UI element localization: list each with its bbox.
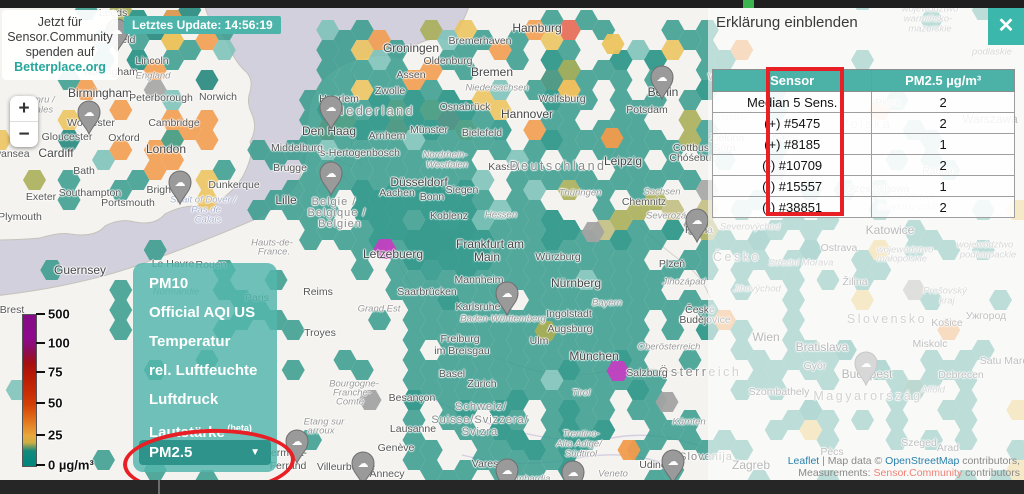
- selected-layer-label: PM2.5: [139, 444, 192, 461]
- cloud-icon: ☁: [175, 177, 186, 189]
- cloud-icon: ☁: [568, 467, 579, 479]
- taskbar-divider: [158, 480, 160, 494]
- legend-tick-label: 50: [48, 395, 62, 410]
- sensor-values-table: Sensor PM2.5 µg/m³ Median 5 Sens.2(+) #5…: [712, 69, 1015, 218]
- layer-option-pm10[interactable]: PM10: [133, 269, 277, 298]
- legend-gradient-bar: [22, 314, 37, 467]
- taskbar: [0, 480, 1024, 494]
- legend-tick: [36, 434, 45, 436]
- layer-menu: PM10Official AQI USTemperaturrel. Luftfe…: [133, 263, 277, 472]
- legend-tick: [36, 402, 45, 404]
- map-attribution: Leaflet | Map data © OpenStreetMap contr…: [788, 455, 1020, 479]
- donation-notice: Jetzt für Sensor.Community spenden auf B…: [2, 10, 118, 80]
- column-header-pm25: PM2.5 µg/m³: [872, 70, 1015, 92]
- top-bar-accent: [743, 0, 754, 8]
- cloud-icon: ☁: [502, 288, 513, 300]
- legend-tick: [36, 313, 45, 315]
- layer-option-luftdruck[interactable]: Luftdruck: [133, 385, 277, 414]
- value-cell: 1: [872, 134, 1015, 155]
- sensor-id-cell: (-) #10709: [713, 155, 872, 176]
- value-cell: 2: [872, 113, 1015, 134]
- value-cell: 2: [872, 92, 1015, 113]
- attribution-text: | Map data ©: [819, 455, 885, 467]
- table-row: (+) #81851: [713, 134, 1015, 155]
- cloud-icon: ☁: [692, 215, 703, 227]
- layer-option-temperatur[interactable]: Temperatur: [133, 327, 277, 356]
- layer-option-official-aqi-us[interactable]: Official AQI US: [133, 298, 277, 327]
- legend-tick: [36, 342, 45, 344]
- last-update-badge: Letztes Update: 14:56:19: [124, 16, 281, 34]
- value-cell: 2: [872, 155, 1015, 176]
- value-cell: 2: [872, 197, 1015, 218]
- layer-option-rel-luftfeuchte[interactable]: rel. Luftfeuchte: [133, 356, 277, 385]
- legend-tick-label: 25: [48, 427, 62, 442]
- legend-tick: [36, 464, 45, 466]
- panel-title-toggle[interactable]: Erklärung einblenden: [716, 14, 858, 31]
- sensor-id-cell: (+) #5475: [713, 113, 872, 134]
- cloud-icon: ☁: [657, 72, 668, 84]
- app-window: LeedsHullSheffieldLiverpoolLincolnNottin…: [0, 0, 1024, 494]
- openstreetmap-link[interactable]: OpenStreetMap: [885, 455, 959, 467]
- table-row: (-) #155571: [713, 176, 1015, 197]
- zoom-in-button[interactable]: +: [10, 96, 38, 121]
- donation-text: Jetzt für: [4, 15, 116, 30]
- sensor-community-link[interactable]: Sensor.Community: [874, 467, 963, 479]
- sensor-id-cell: Median 5 Sens.: [713, 92, 872, 113]
- sensor-marker[interactable]: ☁: [320, 162, 342, 195]
- table-row: (+) #54752: [713, 113, 1015, 134]
- sensor-marker[interactable]: ☁: [496, 282, 518, 315]
- chevron-down-icon: ▼: [250, 440, 260, 465]
- table-header-row: Sensor PM2.5 µg/m³: [713, 70, 1015, 92]
- leaflet-link[interactable]: Leaflet: [788, 455, 820, 467]
- zoom-control: + −: [10, 96, 38, 147]
- legend-tick: [36, 371, 45, 373]
- sensor-id-cell: (-) #38851: [713, 197, 872, 218]
- cloud-icon: ☁: [84, 107, 95, 119]
- layer-option-lautst-rke[interactable]: Lautstärke (beta): [133, 414, 277, 443]
- cloud-icon: ☁: [502, 465, 513, 477]
- legend-tick-label: 0 µg/m³: [48, 458, 94, 473]
- sensor-marker[interactable]: ☁: [662, 450, 684, 483]
- value-cell: 1: [872, 176, 1015, 197]
- browser-top-bar: [0, 0, 1024, 8]
- cloud-icon: ☁: [326, 102, 337, 114]
- sensor-marker[interactable]: ☁: [320, 96, 342, 129]
- attribution-text: contributors,: [959, 455, 1020, 467]
- legend-tick-label: 75: [48, 364, 62, 379]
- cloud-icon: ☁: [326, 168, 337, 180]
- color-scale-legend: 500 100 75 50 25 0 µg/m³: [0, 306, 120, 482]
- sensor-marker[interactable]: ☁: [169, 171, 191, 204]
- attribution-text: Measurements:: [798, 467, 873, 479]
- table-row: Median 5 Sens.2: [713, 92, 1015, 113]
- attribution-text: contributors: [962, 467, 1020, 479]
- sensor-id-cell: (+) #8185: [713, 134, 872, 155]
- sensor-marker[interactable]: ☁: [286, 430, 308, 463]
- close-icon[interactable]: ✕: [988, 8, 1024, 45]
- sensor-marker[interactable]: ☁: [651, 66, 673, 99]
- zoom-out-button[interactable]: −: [10, 122, 38, 147]
- betterplace-link[interactable]: Betterplace.org: [4, 60, 116, 75]
- donation-text: spenden auf: [4, 45, 116, 60]
- donation-text: Sensor.Community: [4, 30, 116, 45]
- table-row: (-) #107092: [713, 155, 1015, 176]
- cloud-icon: ☁: [668, 456, 679, 468]
- legend-tick-label: 100: [48, 335, 70, 350]
- cloud-icon: ☁: [358, 458, 369, 470]
- layer-select-dropdown[interactable]: PM2.5 ▼: [139, 440, 271, 465]
- cloud-icon: ☁: [292, 436, 303, 448]
- beta-tag: (beta): [225, 423, 252, 433]
- sensor-marker[interactable]: ☁: [686, 209, 708, 242]
- legend-tick-label: 500: [48, 307, 70, 322]
- sensor-id-cell: (-) #15557: [713, 176, 872, 197]
- table-row: (-) #388512: [713, 197, 1015, 218]
- sensor-marker[interactable]: ☁: [78, 101, 100, 134]
- column-header-sensor: Sensor: [713, 70, 872, 92]
